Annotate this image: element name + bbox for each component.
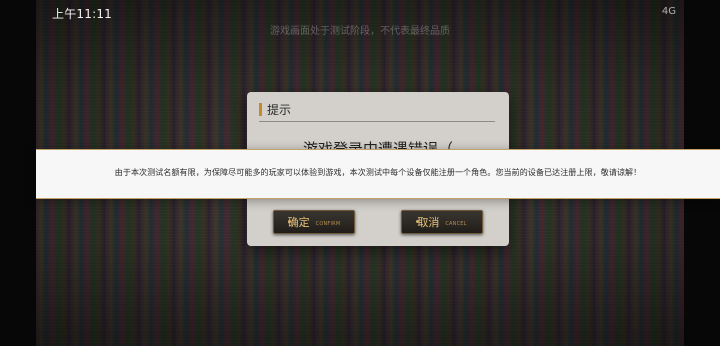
banner-text: 由于本次测试名额有限，为保障尽可能多的玩家可以体验到游戏，本次测试中每个设备仅能… xyxy=(114,168,642,177)
title-accent-bar xyxy=(259,103,262,116)
dot-icon xyxy=(288,220,291,223)
left-letterbox xyxy=(0,0,36,346)
dialog-title-bar: 提示 xyxy=(259,101,495,122)
status-time: 上午11:11 xyxy=(52,7,112,21)
dot-icon xyxy=(416,220,419,223)
test-watermark: 游戏画面处于测试阶段，不代表最终品质 xyxy=(270,26,450,37)
confirm-button-label: 确定 xyxy=(287,216,310,229)
registration-limit-banner: 由于本次测试名额有限，为保障尽可能多的玩家可以体验到游戏，本次测试中每个设备仅能… xyxy=(36,149,720,199)
confirm-button[interactable]: 确定 CONFIRM xyxy=(273,210,355,234)
status-network-indicators: 4G xyxy=(661,6,676,17)
confirm-button-sublabel: CONFIRM xyxy=(315,220,341,227)
cancel-button-label: 取消 xyxy=(417,216,440,229)
cancel-button[interactable]: 取消 CANCEL xyxy=(401,210,483,234)
dialog-title: 提示 xyxy=(267,103,292,117)
cancel-button-sublabel: CANCEL xyxy=(445,220,467,227)
